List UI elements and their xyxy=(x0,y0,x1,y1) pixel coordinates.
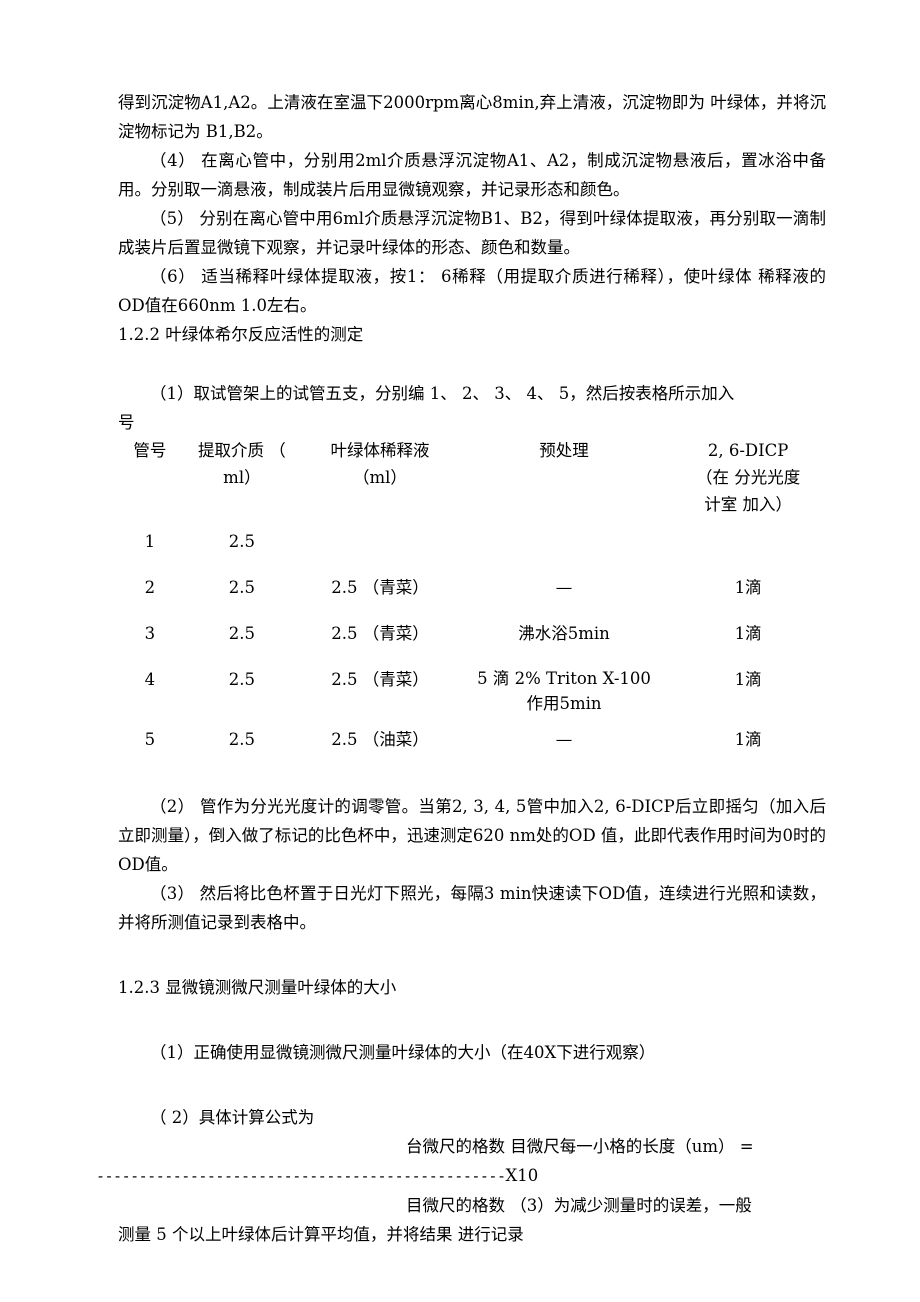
cell-media: 2.5 xyxy=(228,730,256,749)
cell-dilution: 2.5 （青菜） xyxy=(331,624,429,643)
table-row: 5 2.5 2.5 （油菜） — 1滴 xyxy=(118,716,826,762)
table-row: 1 2.5 xyxy=(118,518,826,564)
paragraph-step-6: （6） 适当稀释叶绿体提取液，按1： 6稀释（用提取介质进行稀释），使叶绿体 稀… xyxy=(118,267,826,315)
table-header: 管号 提取介质 （ ml） 叶绿体稀释液 （ml） 预处理 2, 6-DICP xyxy=(118,437,826,518)
paragraph-step-1-tubes: （1）取试管架上的试管五支，分别编 1、 2、 3、 4、 5，然后按表格所示加… xyxy=(150,384,735,403)
cell-tube-no: 3 xyxy=(144,624,156,643)
column-header-chloroplast-dilution: 叶绿体稀释液 （ml） xyxy=(330,441,430,487)
paragraph-step-3: （3） 然后将比色杯置于日光灯下照光，每隔3 min快速读下OD值，连续进行光照… xyxy=(118,884,826,932)
paragraph-step-5: （5） 分别在离心管中用6ml介质悬浮沉淀物B1、B2，得到叶绿体提取液，再分别… xyxy=(118,209,826,257)
table-body: 1 2.5 2 2.5 2.5 （青菜） — 1滴 3 2.5 2.5 （青菜） xyxy=(118,518,826,762)
section-heading-1-2-3: 1.2.3 显微镜测微尺测量叶绿体的大小 xyxy=(118,978,397,997)
cell-dilution: 2.5 （油菜） xyxy=(331,730,429,749)
cell-tube-no: 2 xyxy=(144,578,156,597)
column-header-dicp: 2, 6-DICP （在 分光光度 计室 加入） xyxy=(695,441,801,514)
table-row: 3 2.5 2.5 （青菜） 沸水浴5min 1滴 xyxy=(118,610,826,656)
cell-dilution: 2.5 （青菜） xyxy=(331,670,429,689)
document-body: 得到沉淀物A1,A2。上清液在室温下2000rpm离心8min,弃上清液，沉淀物… xyxy=(96,88,826,1249)
formula-denominator: 目微尺的格数 （3）为减少测量时的误差，一般 xyxy=(406,1196,752,1215)
paragraph-step-1-continuation: 号 xyxy=(118,413,135,432)
formula-rule-row: ----------------------------------------… xyxy=(96,1161,826,1191)
paragraph-step-2: （2） 管作为分光光度计的调零管。当第2, 3, 4, 5管中加入2, 6-DI… xyxy=(118,797,826,874)
column-header-extraction-media: 提取介质 （ ml） xyxy=(198,441,286,487)
cell-pretreatment: — xyxy=(555,730,573,749)
hill-reaction-table: 管号 提取介质 （ ml） 叶绿体稀释液 （ml） 预处理 2, 6-DICP xyxy=(118,437,826,762)
cell-dicp: 1滴 xyxy=(734,624,762,643)
cell-dicp: 1滴 xyxy=(734,670,762,689)
cell-pretreatment: 沸水浴5min xyxy=(518,624,610,643)
table-row: 2 2.5 2.5 （青菜） — 1滴 xyxy=(118,564,826,610)
size-formula: 台微尺的格数 目微尺每一小格的长度（um） = ----------------… xyxy=(96,1132,826,1249)
cell-media: 2.5 xyxy=(228,670,256,689)
paragraph-123-step-1: （1）正确使用显微镜测微尺测量叶绿体的大小（在40X下进行观察） xyxy=(150,1043,656,1062)
cell-dicp: 1滴 xyxy=(734,578,762,597)
section-heading-1-2-2: 1.2.2 叶绿体希尔反应活性的测定 xyxy=(118,325,364,344)
formula-fraction-bar: ----------------------------------------… xyxy=(96,1167,506,1185)
paragraph-123-step-2: （ 2）具体计算公式为 xyxy=(150,1108,315,1127)
cell-media: 2.5 xyxy=(228,624,256,643)
formula-numerator: 台微尺的格数 目微尺每一小格的长度（um） = xyxy=(406,1137,754,1156)
formula-multiplier: X10 xyxy=(505,1166,539,1185)
table-row: 4 2.5 2.5 （青菜） 5 滴 2% Triton X-100 作用5mi… xyxy=(118,656,826,716)
cell-dilution: 2.5 （青菜） xyxy=(331,578,429,597)
cell-media: 2.5 xyxy=(228,578,256,597)
cell-tube-no: 5 xyxy=(144,730,156,749)
cell-pretreatment: — xyxy=(555,578,573,597)
paragraph-step-4: （4） 在离心管中，分别用2ml介质悬浮沉淀物A1、A2，制成沉淀物悬液后，置冰… xyxy=(118,151,826,199)
cell-dicp xyxy=(670,518,826,564)
cell-tube-no: 4 xyxy=(144,670,156,689)
cell-dilution xyxy=(302,518,458,564)
document-page: 得到沉淀物A1,A2。上清液在室温下2000rpm离心8min,弃上清液，沉淀物… xyxy=(0,0,920,1302)
cell-media: 2.5 xyxy=(228,532,256,551)
table-header-row: 管号 提取介质 （ ml） 叶绿体稀释液 （ml） 预处理 2, 6-DICP xyxy=(118,437,826,518)
cell-pretreatment: 5 滴 2% Triton X-100 作用5min xyxy=(477,669,651,713)
cell-tube-no: 1 xyxy=(144,532,156,551)
column-header-pretreatment: 预处理 xyxy=(539,441,589,460)
cell-dicp: 1滴 xyxy=(734,730,762,749)
paragraph-precipitate-a1a2: 得到沉淀物A1,A2。上清液在室温下2000rpm离心8min,弃上清液，沉淀物… xyxy=(118,93,826,141)
cell-pretreatment xyxy=(458,518,670,564)
formula-tail-text: 测量 5 个以上叶绿体后计算平均值，并将结果 进行记录 xyxy=(118,1225,524,1244)
column-header-tube-no: 管号 xyxy=(133,441,167,460)
